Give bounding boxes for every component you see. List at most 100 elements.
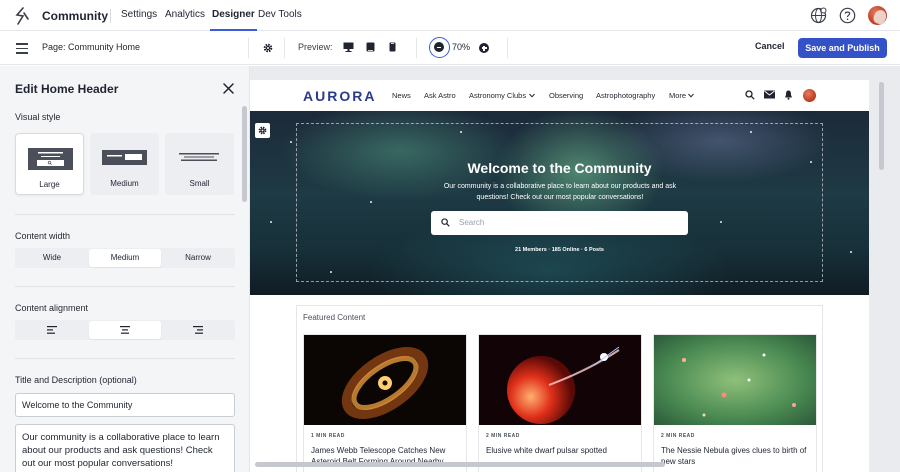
site-nav-item[interactable]: Ask Astro xyxy=(424,91,456,100)
site-nav-item[interactable]: Observing xyxy=(549,91,583,100)
hero-stats: 21 Members · 185 Online · 6 Posts xyxy=(515,247,604,253)
visual-style-label: Visual style xyxy=(15,112,61,122)
content-width-selector: Wide Medium Narrow xyxy=(15,248,235,268)
header-description-textarea[interactable]: Our community is a collaborative place t… xyxy=(15,424,235,472)
align-left-icon xyxy=(47,326,57,334)
site-nav-item[interactable]: More xyxy=(669,91,686,100)
card-read-time: 2 MIN READ xyxy=(486,433,520,439)
asteroid-belt-image xyxy=(304,335,466,425)
header-small-icon xyxy=(179,153,219,161)
edit-header-panel: Edit Home Header Visual style Large Medi… xyxy=(0,66,250,472)
content-width-medium[interactable]: Medium xyxy=(89,249,161,267)
visual-style-large-label: Large xyxy=(39,180,60,189)
site-nav-item[interactable]: Astronomy Clubs xyxy=(469,91,526,100)
canvas-vertical-scrollbar[interactable] xyxy=(879,82,884,170)
card-title[interactable]: Elusive white dwarf pulsar spotted xyxy=(486,445,638,456)
site-avatar[interactable] xyxy=(803,89,816,102)
toolbar-divider xyxy=(284,38,285,58)
hero-search-input[interactable]: Search xyxy=(431,211,688,235)
panel-title: Edit Home Header xyxy=(15,82,119,96)
mobile-icon[interactable] xyxy=(389,42,396,52)
card-read-time: 2 MIN READ xyxy=(661,433,695,439)
hero-title: Welcome to the Community xyxy=(467,160,652,176)
chevron-down-icon xyxy=(529,93,535,98)
align-left-button[interactable] xyxy=(16,321,88,339)
content-alignment-label: Content alignment xyxy=(15,303,89,313)
align-right-icon xyxy=(193,326,203,334)
avatar[interactable] xyxy=(868,6,887,25)
site-nav-item[interactable]: Astrophotography xyxy=(596,91,655,100)
hero-description: Our community is a collaborative place t… xyxy=(443,183,677,201)
nessie-nebula-image xyxy=(654,335,816,425)
visual-style-medium[interactable]: Medium xyxy=(90,133,159,195)
card-title[interactable]: The Nessie Nebula gives clues to birth o… xyxy=(661,445,813,467)
visual-style-medium-label: Medium xyxy=(110,179,139,188)
tab-designer[interactable]: Designer xyxy=(210,9,257,31)
header-large-icon xyxy=(28,148,73,170)
globe-icon[interactable] xyxy=(810,7,827,24)
preview-label: Preview: xyxy=(298,42,333,52)
cancel-button[interactable]: Cancel xyxy=(755,41,785,51)
bell-icon[interactable] xyxy=(784,90,793,100)
featured-content-section: Featured Content 1 MIN READ James Webb T… xyxy=(296,305,823,472)
mail-icon[interactable] xyxy=(764,90,775,99)
panel-scrollbar[interactable] xyxy=(242,106,247,202)
search-icon[interactable] xyxy=(745,90,755,100)
title-description-label: Title and Description (optional) xyxy=(15,375,137,385)
save-and-publish-button[interactable]: Save and Publish xyxy=(798,38,887,58)
gear-icon xyxy=(258,126,267,135)
site-logo[interactable]: AURORA xyxy=(303,88,376,104)
zoom-out-button[interactable] xyxy=(429,37,450,58)
featured-content-title: Featured Content xyxy=(303,313,366,322)
content-width-wide[interactable]: Wide xyxy=(16,249,88,267)
section-divider xyxy=(15,358,235,359)
align-center-button[interactable] xyxy=(89,321,161,339)
content-width-label: Content width xyxy=(15,231,71,241)
section-divider xyxy=(15,214,235,215)
desktop-icon[interactable] xyxy=(343,42,354,52)
align-right-button[interactable] xyxy=(162,321,234,339)
zoom-level: 70% xyxy=(452,42,471,52)
tab-dev-tools[interactable]: Dev Tools xyxy=(258,9,302,20)
header-title-input[interactable]: Welcome to the Community xyxy=(15,393,235,417)
featured-card[interactable]: 2 MIN READ Elusive white dwarf pulsar sp… xyxy=(478,334,642,472)
hero-banner: Welcome to the Community Our community i… xyxy=(250,111,869,295)
content-width-narrow[interactable]: Narrow xyxy=(162,249,234,267)
tab-settings[interactable]: Settings xyxy=(121,9,157,20)
preview-canvas: AURORA News Ask Astro Astronomy Clubs Ob… xyxy=(250,66,900,472)
designer-toolbar: Page: Community Home Preview: 70% Cancel… xyxy=(0,31,900,65)
search-icon xyxy=(441,218,450,227)
gear-icon[interactable] xyxy=(263,43,273,53)
toolbar-divider xyxy=(416,38,417,58)
zoom-in-button[interactable] xyxy=(479,43,489,53)
community-logo-icon[interactable] xyxy=(14,7,30,25)
align-center-icon xyxy=(120,326,130,334)
visual-style-large[interactable]: Large xyxy=(15,133,84,195)
site-nav-item[interactable]: News xyxy=(392,91,411,100)
help-icon[interactable] xyxy=(839,7,856,24)
menu-icon[interactable] xyxy=(16,43,28,54)
canvas-horizontal-scrollbar[interactable] xyxy=(255,462,665,467)
hero-settings-button[interactable] xyxy=(255,123,270,138)
white-dwarf-pulsar-image xyxy=(479,335,641,425)
top-navigation: Community Settings Analytics Designer De… xyxy=(0,0,900,31)
page-selector[interactable]: Page: Community Home xyxy=(42,42,140,52)
tab-analytics[interactable]: Analytics xyxy=(165,9,205,20)
chevron-down-icon xyxy=(688,93,694,98)
brand-name: Community xyxy=(42,9,108,23)
brand-divider xyxy=(110,9,111,23)
toolbar-divider xyxy=(507,38,508,58)
content-alignment-selector xyxy=(15,320,235,340)
search-placeholder: Search xyxy=(459,218,485,227)
visual-style-small-label: Small xyxy=(189,179,210,188)
card-read-time: 1 MIN READ xyxy=(311,433,345,439)
tablet-icon[interactable] xyxy=(366,42,375,52)
featured-card[interactable]: 1 MIN READ James Webb Telescope Catches … xyxy=(303,334,467,472)
header-medium-icon xyxy=(102,150,147,165)
section-divider xyxy=(15,286,235,287)
close-icon[interactable] xyxy=(222,82,235,95)
toolbar-divider xyxy=(248,38,249,58)
featured-card[interactable]: 2 MIN READ The Nessie Nebula gives clues… xyxy=(653,334,817,472)
site-preview: AURORA News Ask Astro Astronomy Clubs Ob… xyxy=(250,80,869,472)
visual-style-small[interactable]: Small xyxy=(165,133,234,195)
